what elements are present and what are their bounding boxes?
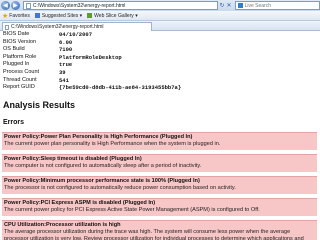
web-slice-icon: [87, 13, 93, 18]
info-row: Report GUID {7be59cd0-d8db-411b-ae84-3193…: [2, 84, 181, 92]
info-value: PlatformRoleDesktop: [59, 53, 122, 61]
error-title: CPU Utilization:Processor utilization is…: [4, 221, 121, 228]
info-value: 541: [59, 76, 69, 84]
address-text: C:\Windows\System32\energy-report.html: [32, 2, 126, 9]
error-description: The current power policy for PCI Express…: [4, 206, 260, 213]
info-key: Report GUID: [3, 84, 35, 91]
error-entry: Power Policy:Sleep timeout is disabled (…: [2, 153, 317, 172]
error-entry: Power Policy:Power Plan Personality is H…: [2, 131, 317, 150]
suggested-sites-icon: [34, 13, 40, 18]
tab-bar: C:\Windows\System32\energy-report.html: [0, 21, 320, 31]
favorite-web-slice-gallery[interactable]: Web Slice Gallery ▾: [87, 13, 138, 19]
search-placeholder: Live Search: [244, 2, 271, 9]
info-row: OS Build 7100: [2, 46, 181, 54]
info-key: Process Count: [3, 68, 40, 75]
favorites-star-icon[interactable]: ★: [2, 12, 8, 20]
info-value: 6.00: [59, 38, 73, 46]
live-search-icon: [237, 3, 243, 8]
report-document: BIOS Date 04/10/2007 BIOS Version 6.00 OS Bu…: [2, 31, 320, 240]
error-description: The current power plan personality is Hi…: [4, 140, 221, 147]
error-description: The processor is not configured to autom…: [4, 184, 236, 191]
info-key: OS Build: [3, 46, 25, 53]
info-row: Plugged In true: [2, 61, 181, 69]
info-value: {7be59cd0-d8db-411b-ae84-3193455bb7a}: [59, 84, 182, 92]
info-key: Thread Count: [3, 76, 37, 83]
error-description: The average processor utilization during…: [4, 228, 304, 240]
error-description: The computer is not configured to automa…: [4, 162, 202, 169]
errors-list: Power Policy:Power Plan Personality is H…: [2, 131, 317, 240]
error-entry: Power Policy:Minimum processor performan…: [2, 175, 317, 194]
info-value: 04/10/2007: [59, 31, 93, 38]
tab-energy-report[interactable]: C:\Windows\System32\energy-report.html: [2, 22, 152, 31]
address-bar-row: ◀ ▶ C:\Windows\System32\energy-report.ht…: [0, 0, 320, 11]
refresh-icon[interactable]: ↻: [220, 2, 225, 9]
analysis-results-heading: Analysis Results: [3, 99, 76, 110]
info-value: 7100: [59, 46, 73, 54]
error-title: Power Policy:PCI Express ASPM is disable…: [4, 199, 156, 206]
info-row: Thread Count 541: [2, 77, 181, 85]
info-row: BIOS Date 04/10/2007: [2, 31, 181, 39]
info-key: BIOS Date: [3, 31, 30, 37]
favorites-button[interactable]: Favorites: [9, 13, 30, 19]
info-row: BIOS Version 6.00: [2, 39, 181, 47]
search-input[interactable]: Live Search: [234, 1, 320, 10]
error-title: Power Policy:Power Plan Personality is H…: [4, 133, 193, 140]
favorites-bar: ★ Favorites Suggested Sites ▾ Web Slice …: [0, 11, 320, 21]
tab-title: C:\Windows\System32\energy-report.html: [11, 24, 104, 30]
back-button[interactable]: ◀: [1, 1, 10, 10]
error-entry: Power Policy:PCI Express ASPM is disable…: [2, 197, 317, 216]
info-key: Plugged In: [3, 61, 30, 68]
info-value: 39: [59, 68, 66, 76]
stop-icon[interactable]: ✕: [227, 2, 232, 9]
tab-page-icon: [5, 24, 9, 30]
info-row: Platform Role PlatformRoleDesktop: [2, 54, 181, 62]
address-tools: ↻ ✕: [220, 2, 232, 9]
info-key: Platform Role: [3, 53, 37, 60]
errors-heading: Errors: [3, 118, 25, 126]
forward-button[interactable]: ▶: [10, 1, 20, 10]
info-key: BIOS Version: [3, 38, 37, 45]
system-info-table: BIOS Date 04/10/2007 BIOS Version 6.00 OS Bu…: [2, 31, 181, 92]
error-entry: CPU Utilization:Processor utilization is…: [2, 219, 317, 240]
favorite-suggested-sites[interactable]: Suggested Sites ▾: [34, 13, 82, 19]
info-value: true: [59, 61, 73, 69]
error-title: Power Policy:Sleep timeout is disabled (…: [4, 155, 142, 162]
info-row: Process Count 39: [2, 69, 181, 77]
address-field[interactable]: C:\Windows\System32\energy-report.html: [22, 1, 218, 10]
error-title: Power Policy:Minimum processor performan…: [4, 177, 200, 184]
page-icon: [25, 2, 31, 9]
